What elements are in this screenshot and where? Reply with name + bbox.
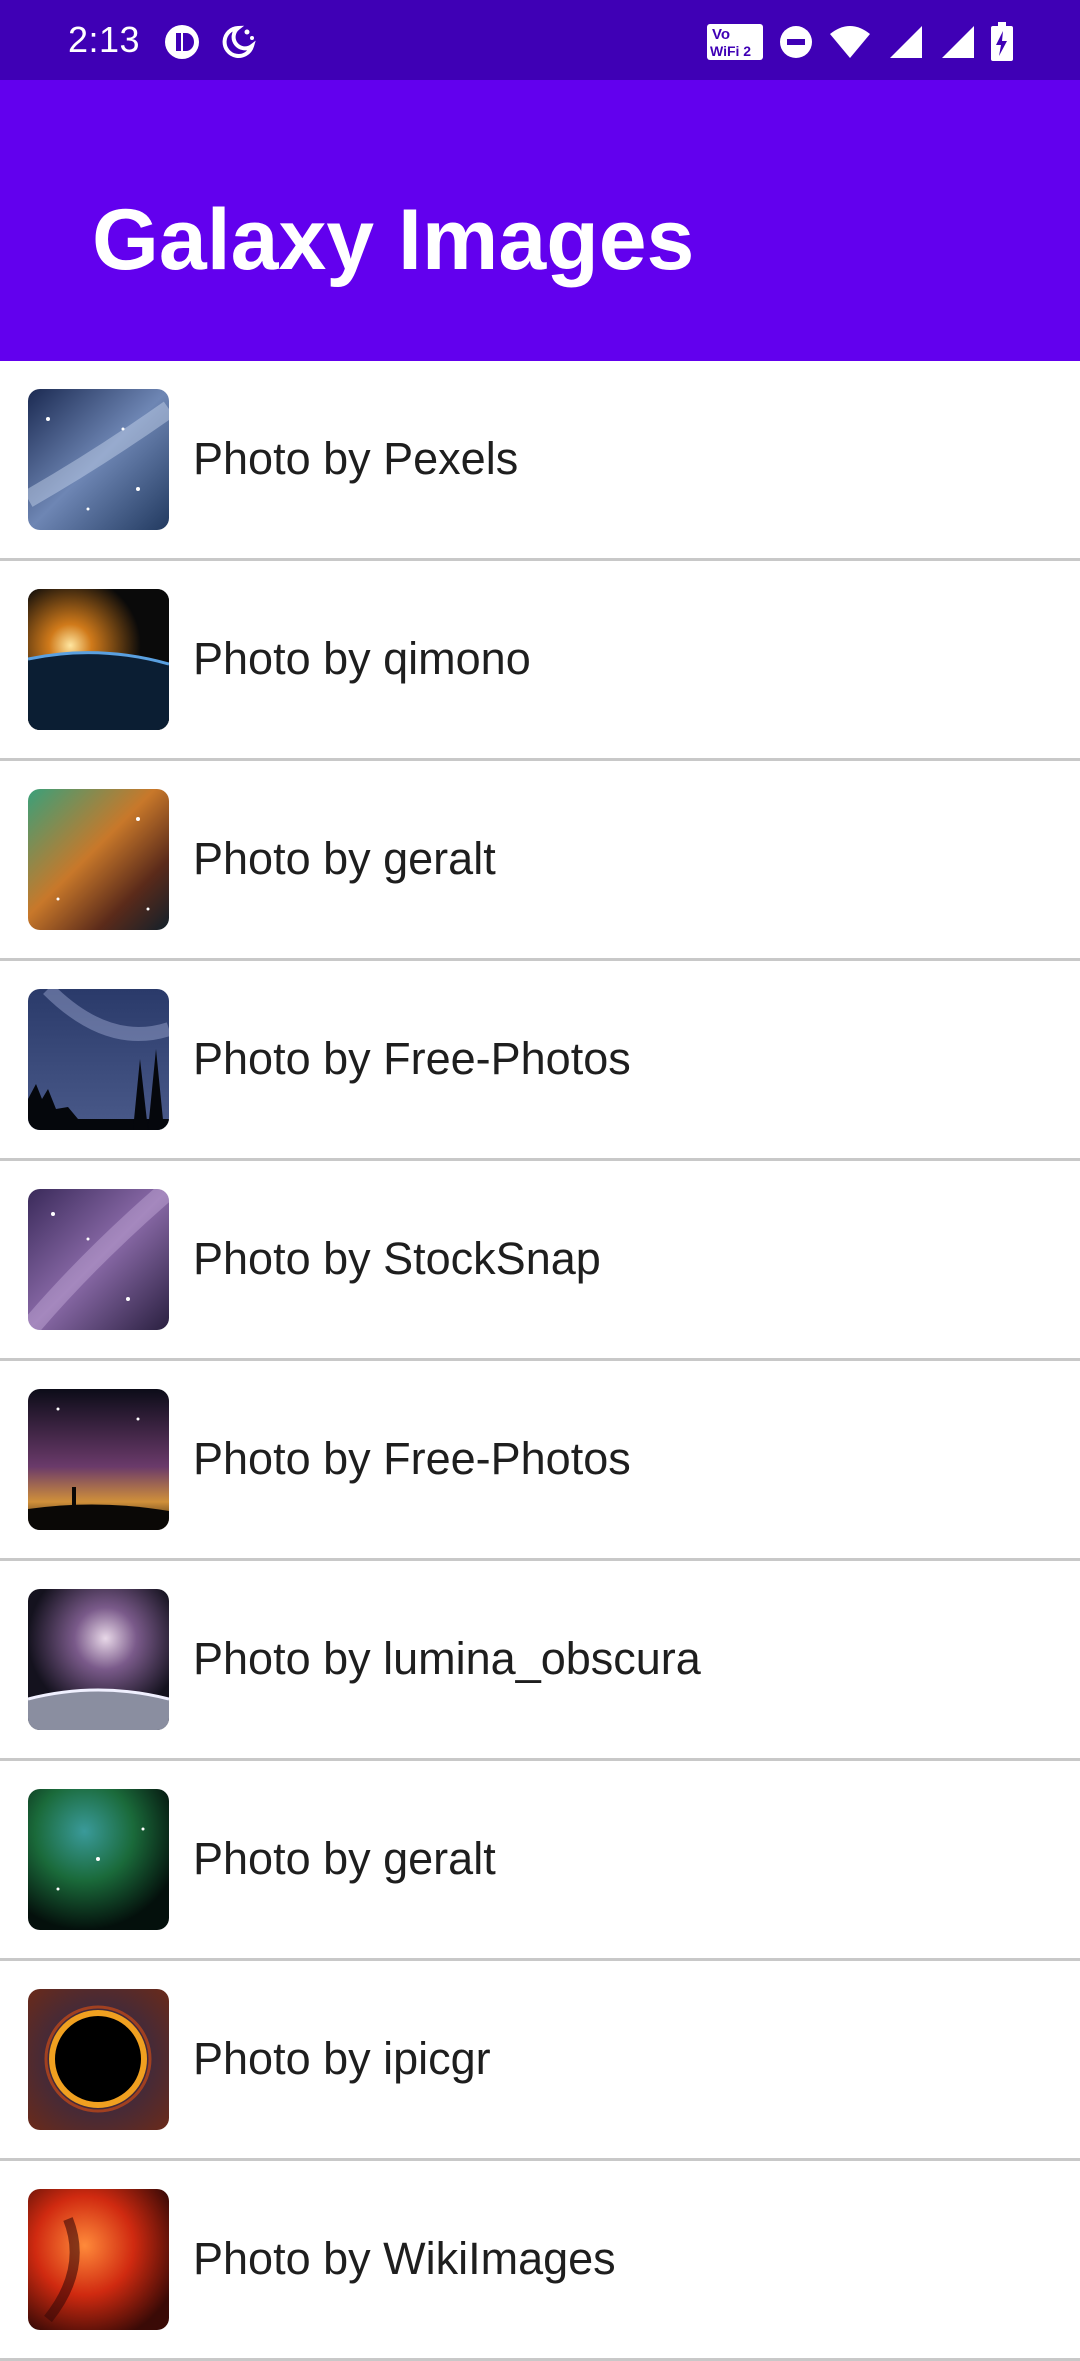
photo-list-item[interactable]: Photo by lumina_obscura: [0, 1561, 1080, 1761]
photo-list-item[interactable]: Photo by geralt: [0, 1761, 1080, 1961]
photo-credit: Photo by geralt: [193, 833, 496, 884]
photo-list-item[interactable]: Photo by geralt: [0, 761, 1080, 961]
photo-credit: Photo by Free-Photos: [193, 1433, 631, 1484]
photo-list-item[interactable]: Photo by qimono: [0, 561, 1080, 761]
photo-credit: Photo by StockSnap: [193, 1233, 601, 1284]
photo-credit: Photo by WikiImages: [193, 2233, 616, 2284]
photo-credit: Photo by ipicgr: [193, 2033, 491, 2084]
photo-credit: Photo by Pexels: [193, 433, 519, 484]
photo-list-item[interactable]: Photo by ipicgr: [0, 1961, 1080, 2161]
photo-thumbnail: [28, 389, 169, 530]
photo-thumbnail: [28, 1189, 169, 1330]
night-mode-icon: [222, 25, 256, 58]
photo-thumbnail: [28, 589, 169, 730]
photo-thumbnail: [28, 989, 169, 1130]
app-bar: Galaxy Images: [0, 80, 1080, 361]
do-not-disturb-icon: [780, 26, 812, 58]
battery-charging-icon: [991, 22, 1013, 61]
status-time: 2:13: [68, 19, 141, 60]
photo-list-item[interactable]: Photo by StockSnap: [0, 1161, 1080, 1361]
photo-list-item[interactable]: Photo by Free-Photos: [0, 961, 1080, 1161]
status-bar: 2:13 Vo WiFi 2: [0, 0, 1080, 80]
wifi-calling-line1: Vo: [712, 26, 730, 43]
wifi-calling-line2: WiFi 2: [710, 43, 751, 59]
photo-credit: Photo by geralt: [193, 1833, 496, 1884]
photo-list-item[interactable]: Photo by Free-Photos: [0, 1361, 1080, 1561]
signal-icon-2: [942, 26, 974, 58]
photo-thumbnail: [28, 2189, 169, 2330]
photo-credit: Photo by lumina_obscura: [193, 1633, 701, 1684]
wifi-calling-icon: Vo WiFi 2: [707, 24, 763, 60]
media-app-icon: [165, 25, 199, 59]
wifi-icon: [830, 26, 870, 58]
photo-thumbnail: [28, 1589, 169, 1730]
photo-credit: Photo by qimono: [193, 633, 531, 684]
photo-thumbnail: [28, 1789, 169, 1930]
photo-thumbnail: [28, 1389, 169, 1530]
signal-icon: [890, 26, 922, 58]
photo-credit: Photo by Free-Photos: [193, 1033, 631, 1084]
app-title: Galaxy Images: [92, 192, 695, 288]
photo-list-item[interactable]: Photo by WikiImages: [0, 2161, 1080, 2361]
photo-thumbnail: [28, 1989, 169, 2130]
photo-list: Photo by Pexels Photo by qimono Photo by…: [0, 361, 1080, 2361]
photo-thumbnail: [28, 789, 169, 930]
photo-list-item[interactable]: Photo by Pexels: [0, 361, 1080, 561]
